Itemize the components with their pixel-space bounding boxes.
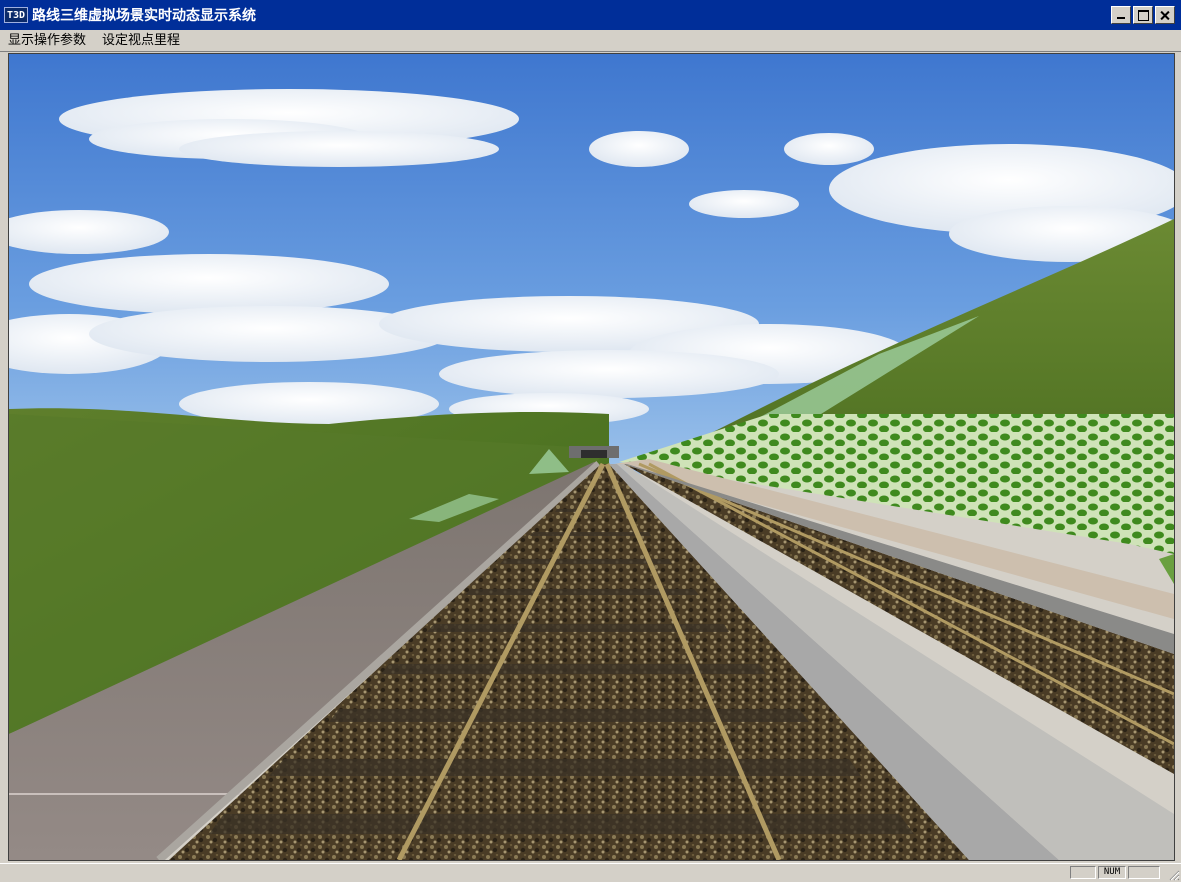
title-bar[interactable]: T3D 路线三维虚拟场景实时动态显示系统 (0, 0, 1181, 30)
status-pane-num: NUM (1098, 866, 1126, 879)
status-pane-caps (1070, 866, 1096, 879)
app-window: T3D 路线三维虚拟场景实时动态显示系统 显示操作参数 设定视点里程 NUM (0, 0, 1181, 882)
resize-grip-icon[interactable] (1168, 869, 1180, 881)
menu-bar: 显示操作参数 设定视点里程 (0, 30, 1181, 52)
scene-render (9, 54, 1174, 860)
close-button[interactable] (1155, 6, 1175, 24)
app-icon[interactable]: T3D (4, 7, 28, 23)
maximize-button[interactable] (1133, 6, 1153, 24)
window-controls (1109, 6, 1175, 24)
menu-display-params[interactable]: 显示操作参数 (0, 31, 94, 51)
status-pane-scroll (1128, 866, 1160, 879)
window-title: 路线三维虚拟场景实时动态显示系统 (32, 8, 256, 24)
minimize-button[interactable] (1111, 6, 1131, 24)
menu-set-viewpoint-mileage[interactable]: 设定视点里程 (94, 31, 188, 51)
3d-scene-viewport[interactable] (8, 53, 1175, 861)
status-bar: NUM (0, 863, 1181, 882)
